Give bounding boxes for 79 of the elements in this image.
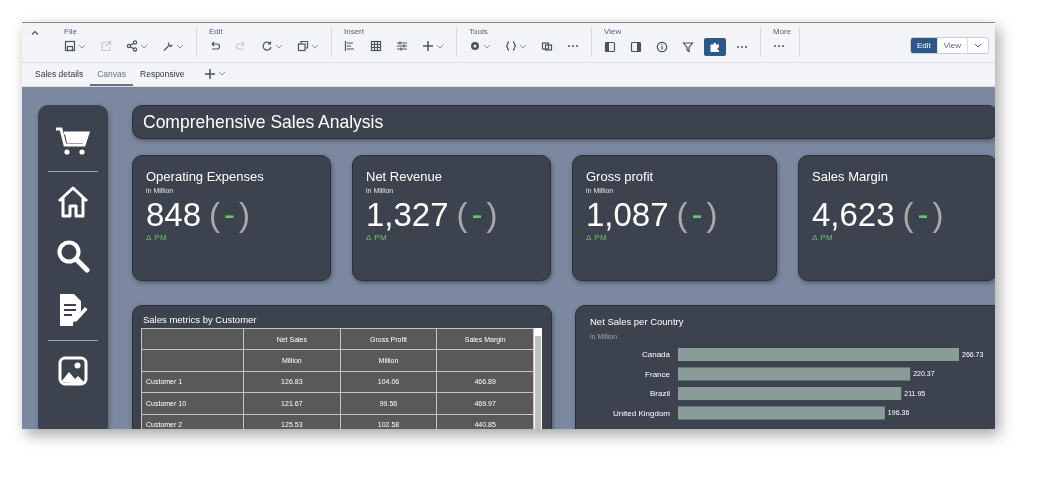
export-icon	[100, 40, 112, 52]
table-icon	[370, 40, 382, 52]
puzzle-icon	[709, 41, 721, 53]
kpi-value: 1,087	[586, 196, 669, 234]
scrollbar[interactable]	[534, 328, 542, 429]
kpi-value: 848	[146, 196, 202, 234]
caret-icon	[30, 28, 40, 38]
chevron-down-icon	[140, 42, 148, 50]
search-icon	[56, 239, 90, 273]
category-label: France	[645, 369, 670, 379]
category-label: Brazil	[650, 389, 670, 399]
bracket: )	[239, 196, 251, 234]
duplicate-icon	[541, 40, 553, 52]
mode-button[interactable]: View	[936, 38, 967, 53]
bracket: )	[706, 196, 718, 234]
braces-icon	[505, 40, 517, 52]
bracket: (	[676, 196, 688, 234]
category-label: Canada	[641, 350, 670, 360]
chevron-down-icon	[974, 42, 982, 49]
chevron-down-icon	[275, 42, 283, 50]
document-edit-icon	[58, 293, 88, 327]
filter-icon	[682, 41, 694, 53]
kpi-title: Operating Expenses	[146, 169, 265, 184]
save-icon	[64, 40, 76, 52]
info-icon	[656, 41, 668, 53]
chevron-down-icon	[176, 42, 184, 50]
page-tab[interactable]: Responsive	[133, 63, 192, 86]
kpi-comparison: Δ PM	[586, 233, 609, 242]
image-icon	[58, 356, 88, 386]
kpi-comparison: Δ PM	[146, 233, 169, 242]
left-panel-icon	[604, 41, 616, 53]
copy-icon	[297, 40, 309, 52]
kpi-title: Sales Margin	[812, 169, 889, 184]
chevron-down-icon	[483, 42, 491, 50]
bracket: (	[209, 196, 221, 234]
group-label: Edit	[208, 27, 224, 36]
chevron-down-icon	[519, 42, 527, 50]
kpi-value: 4,623	[812, 196, 895, 234]
chevron-down-icon	[311, 42, 319, 50]
chevron-down-icon	[218, 70, 227, 77]
bracket: )	[486, 196, 498, 234]
group-label: More	[772, 27, 792, 36]
group-label: File	[63, 27, 78, 36]
wrench-icon	[162, 40, 174, 52]
chevron-down-icon	[78, 42, 86, 50]
kpi-value: 1,327	[366, 196, 449, 234]
bracket: (	[456, 196, 468, 234]
page-tab[interactable]: Sales details	[28, 63, 91, 86]
chart-title: Net Sales per Country	[590, 316, 685, 327]
right-panel-icon	[630, 41, 642, 53]
panel-title: Sales metrics by Customer	[143, 314, 258, 325]
home-icon	[56, 185, 90, 219]
plus-icon	[422, 40, 434, 52]
puzzle-button[interactable]	[704, 38, 726, 56]
kpi-comparison: Δ PM	[812, 233, 835, 242]
mode-button[interactable]: Edit	[911, 38, 937, 53]
change-sign: -	[691, 196, 703, 234]
cart-icon	[55, 126, 91, 156]
change-sign: -	[471, 196, 483, 234]
bracket: )	[932, 196, 944, 234]
share-icon	[126, 40, 138, 52]
kpi-comparison: Δ PM	[366, 233, 389, 242]
redo-icon	[235, 40, 247, 52]
dashboard-title: Comprehensive Sales Analysis	[143, 111, 384, 133]
plus-icon	[204, 67, 217, 80]
bar-chart-icon	[344, 40, 356, 52]
sliders-icon	[396, 40, 408, 52]
category-label: United Kingdom	[613, 408, 670, 418]
change-sign: -	[917, 196, 929, 234]
bracket: (	[902, 196, 914, 234]
kpi-title: Net Revenue	[366, 169, 443, 184]
kpi-title: Gross profit	[586, 169, 655, 184]
chevron-down-icon	[436, 42, 444, 50]
group-label: Insert	[343, 27, 365, 36]
change-sign: -	[224, 196, 236, 234]
group-label: Tools	[468, 27, 489, 36]
refresh-icon	[261, 40, 273, 52]
undo-icon	[209, 40, 221, 52]
group-label: View	[603, 27, 623, 36]
